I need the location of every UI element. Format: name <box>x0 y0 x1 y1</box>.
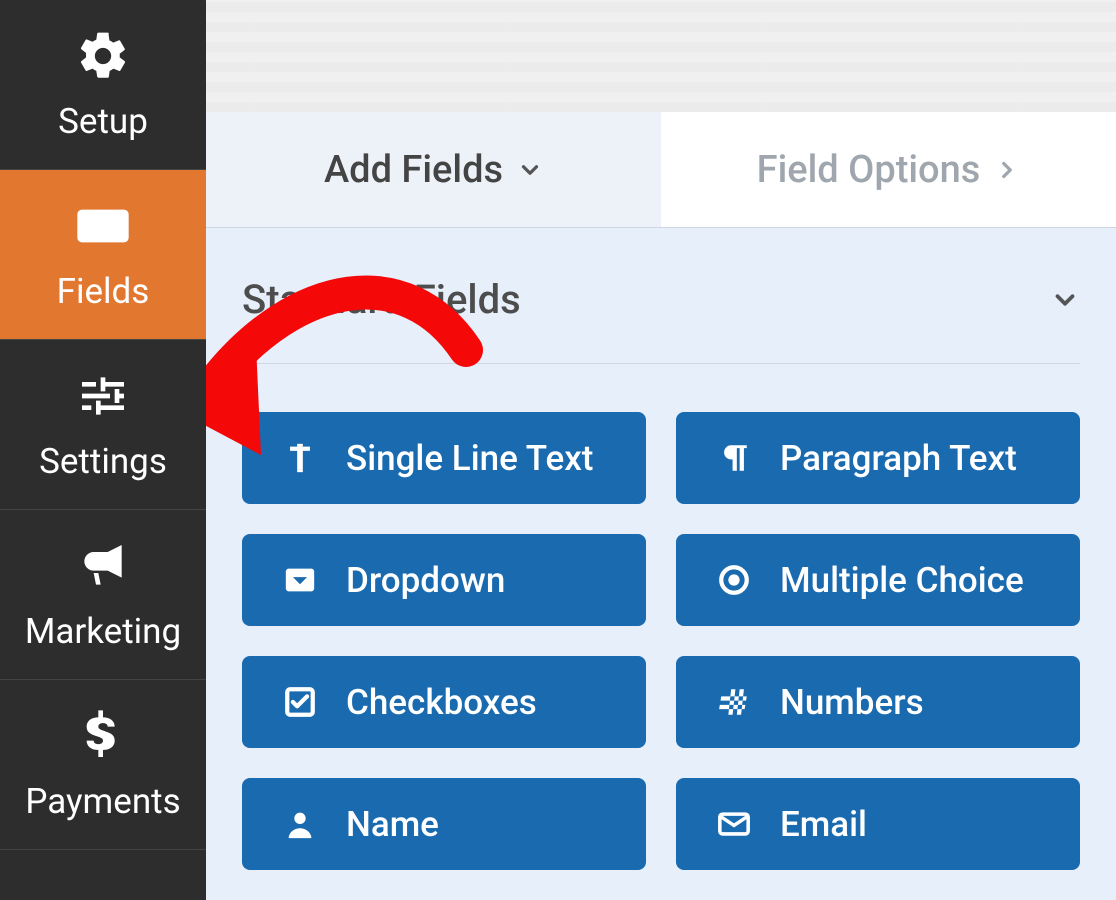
field-multiple-choice[interactable]: Multiple Choice <box>676 534 1080 626</box>
field-label: Checkboxes <box>346 682 537 723</box>
field-dropdown[interactable]: Dropdown <box>242 534 646 626</box>
field-grid: Single Line Text Paragraph Text Dropdown… <box>242 364 1080 870</box>
field-paragraph-text[interactable]: Paragraph Text <box>676 412 1080 504</box>
sliders-icon <box>75 367 131 425</box>
sidebar-item-label: Setup <box>58 101 148 142</box>
field-email[interactable]: Email <box>676 778 1080 870</box>
field-label: Name <box>346 804 439 845</box>
sidebar-item-label: Fields <box>57 271 150 312</box>
list-icon <box>75 197 131 255</box>
tab-label: Add Fields <box>324 148 503 192</box>
envelope-icon <box>716 806 752 842</box>
tab-add-fields[interactable]: Add Fields <box>206 112 661 227</box>
field-label: Email <box>780 804 867 845</box>
tab-field-options[interactable]: Field Options <box>661 112 1116 227</box>
text-cursor-icon <box>282 440 318 476</box>
sidebar-item-setup[interactable]: Setup <box>0 0 206 170</box>
fields-panel: Standard Fields Single Line Text Paragra… <box>206 228 1116 870</box>
checkbox-icon <box>282 684 318 720</box>
chevron-right-icon <box>994 157 1020 183</box>
sidebar-item-label: Settings <box>39 441 167 482</box>
section-title: Standard Fields <box>242 276 521 323</box>
gear-icon <box>75 27 131 85</box>
field-label: Single Line Text <box>346 438 593 479</box>
field-single-line-text[interactable]: Single Line Text <box>242 412 646 504</box>
chevron-down-icon <box>517 157 543 183</box>
sidebar-item-settings[interactable]: Settings <box>0 340 206 510</box>
radio-icon <box>716 562 752 598</box>
field-label: Dropdown <box>346 560 505 601</box>
section-header-standard-fields[interactable]: Standard Fields <box>242 268 1080 364</box>
dropdown-icon <box>282 562 318 598</box>
field-label: Multiple Choice <box>780 560 1024 601</box>
field-checkboxes[interactable]: Checkboxes <box>242 656 646 748</box>
hash-icon <box>716 684 752 720</box>
sidebar-item-fields[interactable]: Fields <box>0 170 206 340</box>
sidebar-item-label: Payments <box>25 781 180 822</box>
field-label: Paragraph Text <box>780 438 1017 479</box>
field-label: Numbers <box>780 682 924 723</box>
tab-label: Field Options <box>757 148 981 192</box>
person-icon <box>282 806 318 842</box>
sidebar-item-label: Marketing <box>25 611 181 652</box>
dollar-icon <box>75 707 131 765</box>
sidebar-item-payments[interactable]: Payments <box>0 680 206 850</box>
sidebar-item-marketing[interactable]: Marketing <box>0 510 206 680</box>
bullhorn-icon <box>75 537 131 595</box>
chevron-down-icon <box>1050 285 1080 315</box>
field-numbers[interactable]: Numbers <box>676 656 1080 748</box>
top-strip <box>206 0 1116 112</box>
sidebar: Setup Fields Settings Marketing Payments <box>0 0 206 900</box>
main-panel: Add Fields Field Options Standard Fields… <box>206 0 1116 900</box>
paragraph-icon <box>716 440 752 476</box>
tabs: Add Fields Field Options <box>206 112 1116 228</box>
field-name[interactable]: Name <box>242 778 646 870</box>
